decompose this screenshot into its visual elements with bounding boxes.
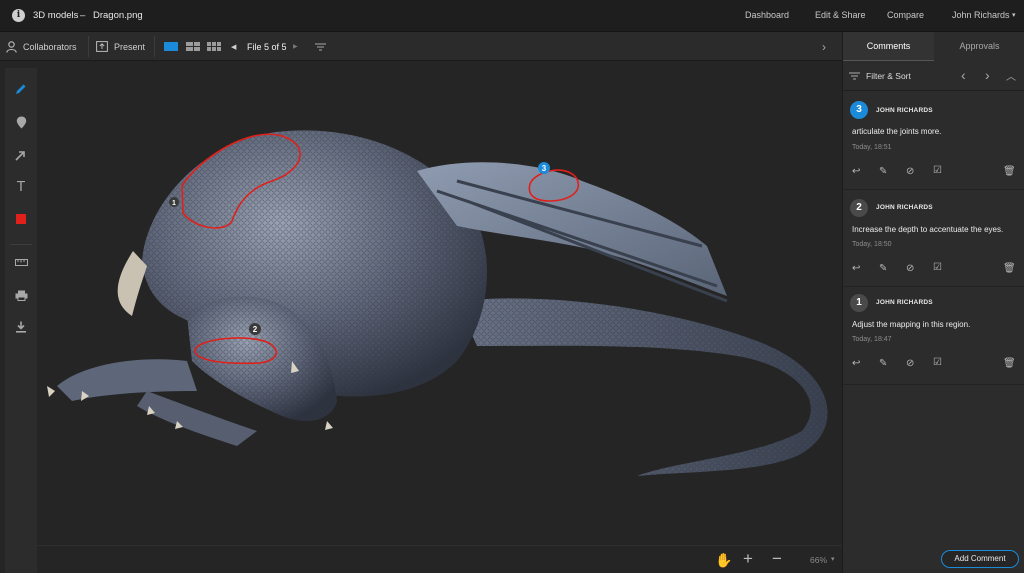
file-indicator: File 5 of 5: [247, 41, 287, 52]
previous-comment-icon[interactable]: ‹: [961, 67, 966, 83]
rail-divider: [10, 244, 32, 245]
comment-item[interactable]: 1 JOHN RICHARDS Adjust the mapping in th…: [843, 287, 1024, 385]
nav-edit-share[interactable]: Edit & Share: [815, 10, 866, 20]
toolbar-divider: [154, 36, 155, 57]
comment-time: Today, 18:50: [852, 241, 892, 248]
add-comment-button[interactable]: Add Comment: [941, 550, 1019, 568]
toolbar: Collaborators Present ◀ File 5 of 5 ▶ ›: [0, 32, 842, 61]
comments-panel: Comments Approvals Filter & Sort ‹ › ︿ 3…: [842, 32, 1024, 573]
user-menu[interactable]: John Richards: [952, 10, 1010, 20]
collaborators-button[interactable]: Collaborators: [6, 32, 77, 61]
annotation-marker-1-label: 1: [172, 200, 176, 207]
comment-time: Today, 18:51: [852, 144, 892, 151]
filter-icon[interactable]: [315, 32, 326, 61]
top-bar: i 3D models – Dragon.png Dashboard Edit …: [0, 0, 1024, 32]
comment-item[interactable]: 2 JOHN RICHARDS Increase the depth to ac…: [843, 190, 1024, 287]
comment-item[interactable]: 3 JOHN RICHARDS articulate the joints mo…: [843, 91, 1024, 190]
delete-icon[interactable]: 🗑: [1003, 358, 1016, 369]
reply-icon[interactable]: ↩: [852, 263, 860, 274]
reply-icon[interactable]: ↩: [852, 358, 860, 369]
annotation-marker-2-label: 2: [253, 325, 258, 334]
present-icon: [96, 41, 108, 52]
filter-sort-icon[interactable]: [849, 71, 860, 80]
collaborators-label: Collaborators: [23, 41, 77, 52]
filter-sort-row: Filter & Sort ‹ › ︿: [843, 61, 1024, 91]
comment-text: Increase the depth to accentuate the eye…: [852, 225, 1004, 234]
resolve-checkbox-icon[interactable]: ☑: [933, 262, 942, 273]
comment-number-badge: 3: [850, 101, 868, 119]
delete-icon[interactable]: 🗑: [1003, 166, 1016, 177]
next-comment-icon[interactable]: ›: [985, 67, 990, 83]
comment-number-badge: 2: [850, 199, 868, 217]
image-canvas[interactable]: 1 2 3: [37, 61, 842, 545]
comment-time: Today, 18:47: [852, 336, 892, 343]
comment-author: JOHN RICHARDS: [876, 107, 933, 114]
present-button[interactable]: Present: [96, 32, 145, 61]
dragon-image: 1 2 3: [47, 130, 828, 476]
panel-tabs: Comments Approvals: [843, 32, 1024, 61]
filter-sort-label[interactable]: Filter & Sort: [866, 71, 911, 81]
tab-approvals[interactable]: Approvals: [934, 32, 1024, 61]
pencil-icon[interactable]: [5, 79, 37, 99]
user-menu-caret-icon[interactable]: ▾: [1012, 11, 1016, 19]
breadcrumb-filename: Dragon.png: [93, 10, 143, 21]
edit-icon[interactable]: ✎: [879, 166, 887, 177]
collapse-panel-icon[interactable]: ›: [822, 32, 826, 61]
hand-pan-icon[interactable]: ✋: [715, 552, 732, 569]
breadcrumb-separator: –: [80, 10, 86, 21]
download-icon[interactable]: [5, 317, 37, 337]
grid-2-view-button[interactable]: [186, 42, 200, 51]
annotation-marker-3-label: 3: [542, 164, 547, 173]
arrow-tool-icon[interactable]: [5, 145, 37, 165]
pin-icon[interactable]: [5, 112, 37, 132]
zoom-caret-icon[interactable]: ▾: [831, 555, 835, 563]
user-icon: [6, 40, 17, 53]
breadcrumb-section[interactable]: 3D models: [33, 10, 78, 21]
zoom-out-icon[interactable]: −: [772, 549, 782, 569]
color-picker-icon[interactable]: [5, 209, 37, 229]
reply-icon[interactable]: ↩: [852, 166, 860, 177]
nav-compare[interactable]: Compare: [887, 10, 924, 20]
single-view-button[interactable]: [164, 42, 178, 51]
attachment-icon[interactable]: ⊘: [906, 358, 914, 369]
edit-icon[interactable]: ✎: [879, 263, 887, 274]
text-tool-icon[interactable]: T: [5, 177, 37, 197]
canvas-bottom-bar: ✋ + − 66% ▾: [37, 545, 842, 573]
comment-author: JOHN RICHARDS: [876, 299, 933, 306]
info-icon[interactable]: i: [12, 9, 25, 22]
collapse-filter-icon[interactable]: ︿: [1006, 68, 1016, 83]
comment-author: JOHN RICHARDS: [876, 204, 933, 211]
next-file-icon[interactable]: ▶: [293, 32, 298, 61]
print-icon[interactable]: [5, 285, 37, 305]
grid-3-view-button[interactable]: [207, 42, 221, 51]
nav-dashboard[interactable]: Dashboard: [745, 10, 789, 20]
zoom-level[interactable]: 66%: [810, 555, 827, 565]
previous-file-icon[interactable]: ◀: [231, 32, 236, 61]
resolve-checkbox-icon[interactable]: ☑: [933, 165, 942, 176]
toolbar-divider: [88, 36, 89, 57]
ruler-icon[interactable]: [5, 252, 37, 272]
edit-icon[interactable]: ✎: [879, 358, 887, 369]
attachment-icon[interactable]: ⊘: [906, 166, 914, 177]
comment-text: articulate the joints more.: [852, 127, 942, 136]
present-label: Present: [114, 41, 146, 52]
comment-text: Adjust the mapping in this region.: [852, 320, 971, 329]
tab-comments[interactable]: Comments: [843, 32, 934, 61]
attachment-icon[interactable]: ⊘: [906, 263, 914, 274]
tool-rail: T: [5, 68, 37, 573]
resolve-checkbox-icon[interactable]: ☑: [933, 357, 942, 368]
zoom-in-icon[interactable]: +: [743, 549, 753, 569]
comment-number-badge: 1: [850, 294, 868, 312]
delete-icon[interactable]: 🗑: [1003, 263, 1016, 274]
